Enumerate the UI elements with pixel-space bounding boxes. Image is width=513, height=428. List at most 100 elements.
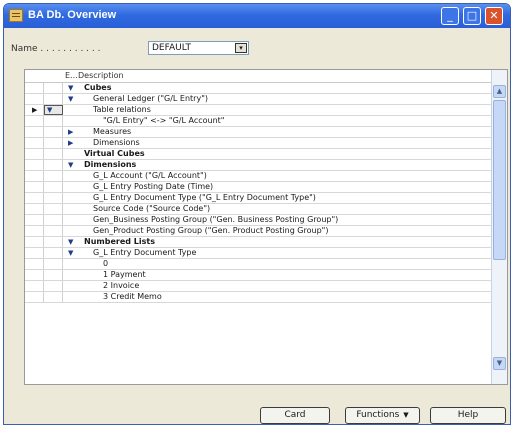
collapse-icon[interactable]: ▼ [47, 105, 52, 115]
row-description: General Ledger ("G/L Entry") [93, 94, 208, 103]
table-row[interactable]: ▼ General Ledger ("G/L Entry") [25, 94, 491, 105]
row-description: Numbered Lists [84, 237, 155, 246]
expand-icon[interactable]: ▶ [68, 138, 73, 148]
row-description: G_L Entry Posting Date (Time) [93, 182, 214, 191]
table-row[interactable]: Source Code ("Source Code") [25, 204, 491, 215]
table-row[interactable]: ▶ Dimensions [25, 138, 491, 149]
row-selector[interactable] [25, 94, 44, 104]
collapse-icon[interactable]: ▼ [68, 94, 73, 104]
header-description[interactable]: Description [78, 71, 124, 80]
row-selector[interactable] [25, 127, 44, 137]
row-expand-cell[interactable] [44, 171, 63, 181]
row-expand-cell[interactable] [44, 204, 63, 214]
table-row[interactable]: ▼ Numbered Lists [25, 237, 491, 248]
table-row[interactable]: 3 Credit Memo [25, 292, 491, 303]
table-row[interactable]: Virtual Cubes [25, 149, 491, 160]
row-expand-cell[interactable] [44, 160, 63, 170]
table-row[interactable]: 2 Invoice [25, 281, 491, 292]
table-row[interactable]: 1 Payment [25, 270, 491, 281]
table-row[interactable]: "G/L Entry" <-> "G/L Account" [25, 116, 491, 127]
row-selector[interactable] [25, 116, 44, 126]
functions-label: Functions [356, 410, 400, 420]
row-expand-cell[interactable] [44, 215, 63, 225]
row-expand-cell[interactable] [44, 226, 63, 236]
header-expand[interactable]: E... [65, 71, 78, 80]
row-expand-cell[interactable] [44, 94, 63, 104]
row-expand-cell[interactable] [44, 83, 63, 93]
row-description: G_L Entry Document Type ("G_L Entry Docu… [93, 193, 316, 202]
row-expand-cell[interactable] [44, 116, 63, 126]
table-row[interactable]: ▼ G_L Entry Document Type [25, 248, 491, 259]
close-button[interactable]: ✕ [485, 7, 503, 25]
row-selector[interactable] [25, 171, 44, 181]
expand-icon[interactable]: ▶ [68, 127, 73, 137]
title-bar[interactable]: BA Db. Overview _ □ ✕ [4, 4, 510, 28]
row-expand-cell[interactable] [44, 193, 63, 203]
row-expand-cell[interactable] [44, 237, 63, 247]
vertical-scrollbar[interactable]: ▲ ▼ [491, 70, 507, 384]
row-selector[interactable] [25, 182, 44, 192]
row-description: 0 [103, 259, 109, 268]
row-selector[interactable] [25, 259, 44, 269]
card-button[interactable]: Card [260, 407, 330, 424]
window-app-icon [9, 9, 23, 22]
name-field[interactable]: DEFAULT ▾ [148, 41, 249, 55]
row-expand-cell[interactable] [44, 270, 63, 280]
table-row[interactable]: Gen_Product Posting Group ("Gen. Product… [25, 226, 491, 237]
row-expand-cell[interactable] [44, 127, 63, 137]
row-selector[interactable] [25, 292, 44, 302]
table-row[interactable]: G_L Account ("G/L Account") [25, 171, 491, 182]
table-row[interactable]: ▼ Cubes [25, 83, 491, 94]
row-selector[interactable] [25, 248, 44, 258]
scroll-up-icon[interactable]: ▲ [493, 85, 506, 98]
row-description: G_L Entry Document Type [93, 248, 197, 257]
row-selector[interactable] [25, 160, 44, 170]
minimize-button[interactable]: _ [441, 7, 459, 25]
row-selector[interactable] [25, 237, 44, 247]
row-selector[interactable] [25, 204, 44, 214]
row-description: 1 Payment [103, 270, 146, 279]
row-description: "G/L Entry" <-> "G/L Account" [103, 116, 225, 125]
row-description: Gen_Product Posting Group ("Gen. Product… [93, 226, 329, 235]
row-expand-cell[interactable] [44, 248, 63, 258]
functions-dropdown-icon: ▼ [403, 411, 409, 419]
table-row[interactable]: 0 [25, 259, 491, 270]
row-selector[interactable]: ▶ [25, 105, 44, 115]
scroll-thumb[interactable] [493, 100, 506, 260]
collapse-icon[interactable]: ▼ [68, 248, 73, 258]
row-selector[interactable] [25, 226, 44, 236]
window-title: BA Db. Overview [28, 9, 117, 21]
dropdown-arrow-icon[interactable]: ▾ [235, 43, 247, 53]
name-label: Name . . . . . . . . . . . [11, 44, 101, 54]
row-expand-cell[interactable] [44, 182, 63, 192]
collapse-icon[interactable]: ▼ [68, 237, 73, 247]
table-row[interactable]: G_L Entry Document Type ("G_L Entry Docu… [25, 193, 491, 204]
row-description: Dimensions [84, 160, 137, 169]
collapse-icon[interactable]: ▼ [68, 160, 73, 170]
scroll-down-icon[interactable]: ▼ [493, 357, 506, 370]
row-selector[interactable] [25, 83, 44, 93]
row-selector[interactable] [25, 215, 44, 225]
table-row[interactable]: ▼ Dimensions [25, 160, 491, 171]
collapse-icon[interactable]: ▼ [68, 83, 73, 93]
current-row-arrow-icon: ▶ [32, 106, 38, 114]
row-selector[interactable] [25, 270, 44, 280]
row-expand-cell[interactable] [44, 138, 63, 148]
row-selector[interactable] [25, 193, 44, 203]
row-selector[interactable] [25, 149, 44, 159]
row-selector[interactable] [25, 138, 44, 148]
table-row[interactable]: ▶ Measures [25, 127, 491, 138]
table-row[interactable]: Gen_Business Posting Group ("Gen. Busine… [25, 215, 491, 226]
row-expand-cell[interactable] [44, 259, 63, 269]
functions-button[interactable]: Functions ▼ [345, 407, 420, 424]
row-expand-cell[interactable] [44, 149, 63, 159]
row-selector[interactable] [25, 281, 44, 291]
row-description: Virtual Cubes [84, 149, 145, 158]
table-row[interactable]: ▶ ▼ Table relations [25, 105, 491, 116]
table-row[interactable]: G_L Entry Posting Date (Time) [25, 182, 491, 193]
maximize-button[interactable]: □ [463, 7, 481, 25]
row-expand-cell[interactable] [44, 281, 63, 291]
row-expand-cell[interactable] [44, 292, 63, 302]
help-button[interactable]: Help [430, 407, 506, 424]
row-description: Measures [93, 127, 132, 136]
